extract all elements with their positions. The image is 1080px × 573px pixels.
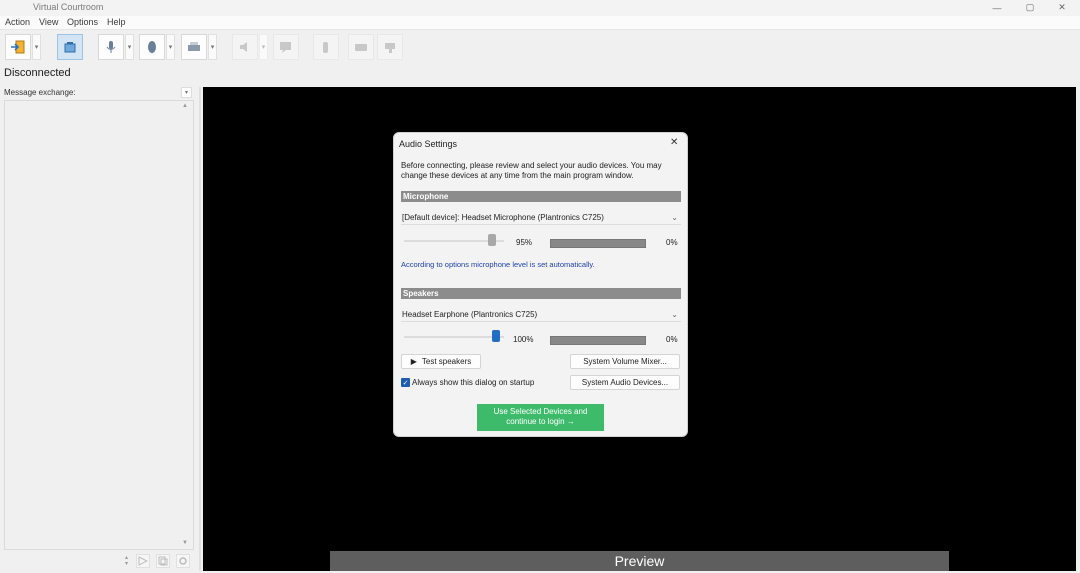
test-speakers-label: Test speakers <box>421 357 472 366</box>
maximize-button[interactable]: ▢ <box>1023 1 1037 14</box>
courtroom-icon <box>64 42 76 53</box>
microphone-meter-value: 0% <box>666 238 678 247</box>
microphone-button[interactable] <box>98 34 124 60</box>
app-title: Virtual Courtroom <box>33 2 104 12</box>
menu-help[interactable]: Help <box>107 17 126 27</box>
continue-to-login-button[interactable]: Use Selected Devices and continue to log… <box>477 404 604 431</box>
thumbs-down-button[interactable] <box>377 34 403 60</box>
speaker-button[interactable] <box>232 34 258 60</box>
speakers-level-thumb[interactable] <box>492 330 500 342</box>
close-window-button[interactable]: ✕ <box>1055 1 1069 14</box>
message-panel-dropdown[interactable]: ▾ <box>181 87 192 98</box>
login-icon <box>11 40 25 54</box>
raise-hand-button[interactable] <box>313 34 339 60</box>
printer-button[interactable] <box>181 34 207 60</box>
microphone-input-meter <box>550 239 646 248</box>
preview-label: Preview <box>330 551 949 571</box>
settings-button[interactable] <box>176 554 190 568</box>
message-exchange-area[interactable] <box>4 100 194 550</box>
dialog-close-button[interactable]: ✕ <box>670 137 678 148</box>
always-show-label: Always show this dialog on startup <box>412 378 535 387</box>
audio-settings-dialog: Audio Settings ✕ Before connecting, plea… <box>393 132 688 437</box>
chat-icon <box>280 42 291 53</box>
play-icon: ▶ <box>410 357 417 366</box>
dialog-intro-text: Before connecting, please review and sel… <box>401 161 662 180</box>
chat-button[interactable] <box>273 34 299 60</box>
microphone-level-thumb[interactable] <box>487 234 496 246</box>
speakers-section-header: Speakers <box>401 288 681 299</box>
scroll-down-arrow[interactable]: ▼ <box>182 540 188 546</box>
menu-options[interactable]: Options <box>67 17 98 27</box>
speakers-meter-value: 0% <box>666 335 678 344</box>
panel-splitter[interactable] <box>199 87 201 571</box>
dialog-title: Audio Settings <box>399 139 458 149</box>
login-button[interactable] <box>5 34 31 60</box>
handset-dropdown[interactable]: ▾ <box>166 34 175 60</box>
send-icon <box>138 556 148 566</box>
scroll-up-arrow[interactable]: ▲ <box>182 103 188 109</box>
continue-button-line1: Use Selected Devices and <box>493 407 588 416</box>
raise-hand-icon <box>323 42 328 53</box>
chevron-down-icon: ⌄ <box>671 213 678 222</box>
speaker-dropdown[interactable]: ▾ <box>259 34 268 60</box>
system-volume-mixer-button[interactable]: System Volume Mixer... <box>570 354 680 369</box>
microphone-auto-level-note: According to options microphone level is… <box>401 260 595 269</box>
test-speakers-button[interactable]: ▶ Test speakers <box>401 354 481 369</box>
always-show-checkbox[interactable]: ✓ <box>401 378 410 387</box>
gear-icon <box>179 557 187 565</box>
copy-icon <box>158 556 168 566</box>
system-audio-devices-button[interactable]: System Audio Devices... <box>570 375 680 390</box>
title-bar: Virtual Courtroom — ▢ ✕ <box>0 0 1080 16</box>
thumbs-down-icon <box>385 43 395 53</box>
camera-button[interactable] <box>348 34 374 60</box>
stepper-icon[interactable]: ▴ ▾ <box>125 555 128 567</box>
menu-view[interactable]: View <box>39 17 58 27</box>
handset-icon <box>148 41 156 53</box>
speakers-device-value: Headset Earphone (Plantronics C725) <box>402 310 538 319</box>
copy-button[interactable] <box>156 554 170 568</box>
microphone-device-value: [Default device]: Headset Microphone (Pl… <box>402 213 604 222</box>
camera-icon <box>355 44 367 51</box>
menu-bar: Action View Options Help <box>0 16 1080 30</box>
speakers-output-meter <box>550 336 646 345</box>
speakers-level-value: 100% <box>513 335 534 344</box>
send-button[interactable] <box>136 554 150 568</box>
microphone-device-select[interactable]: [Default device]: Headset Microphone (Pl… <box>401 212 681 225</box>
connection-status: Disconnected <box>4 67 71 79</box>
courtroom-button[interactable] <box>57 34 83 60</box>
speaker-icon <box>240 42 247 52</box>
microphone-section-header: Microphone <box>401 191 681 202</box>
menu-action[interactable]: Action <box>5 17 30 27</box>
speakers-device-select[interactable]: Headset Earphone (Plantronics C725) ⌄ <box>401 309 681 322</box>
minimize-button[interactable]: — <box>990 1 1004 14</box>
handset-button[interactable] <box>139 34 165 60</box>
message-exchange-label: Message exchange: <box>4 88 76 97</box>
chevron-down-icon: ⌄ <box>671 310 678 319</box>
login-dropdown[interactable]: ▾ <box>32 34 41 60</box>
printer-icon <box>188 42 200 51</box>
microphone-level-value: 95% <box>516 238 533 247</box>
microphone-dropdown[interactable]: ▾ <box>125 34 134 60</box>
speakers-level-track[interactable] <box>404 336 504 338</box>
microphone-icon <box>106 41 116 53</box>
continue-button-line2: continue to login → <box>506 417 575 426</box>
printer-dropdown[interactable]: ▾ <box>208 34 217 60</box>
